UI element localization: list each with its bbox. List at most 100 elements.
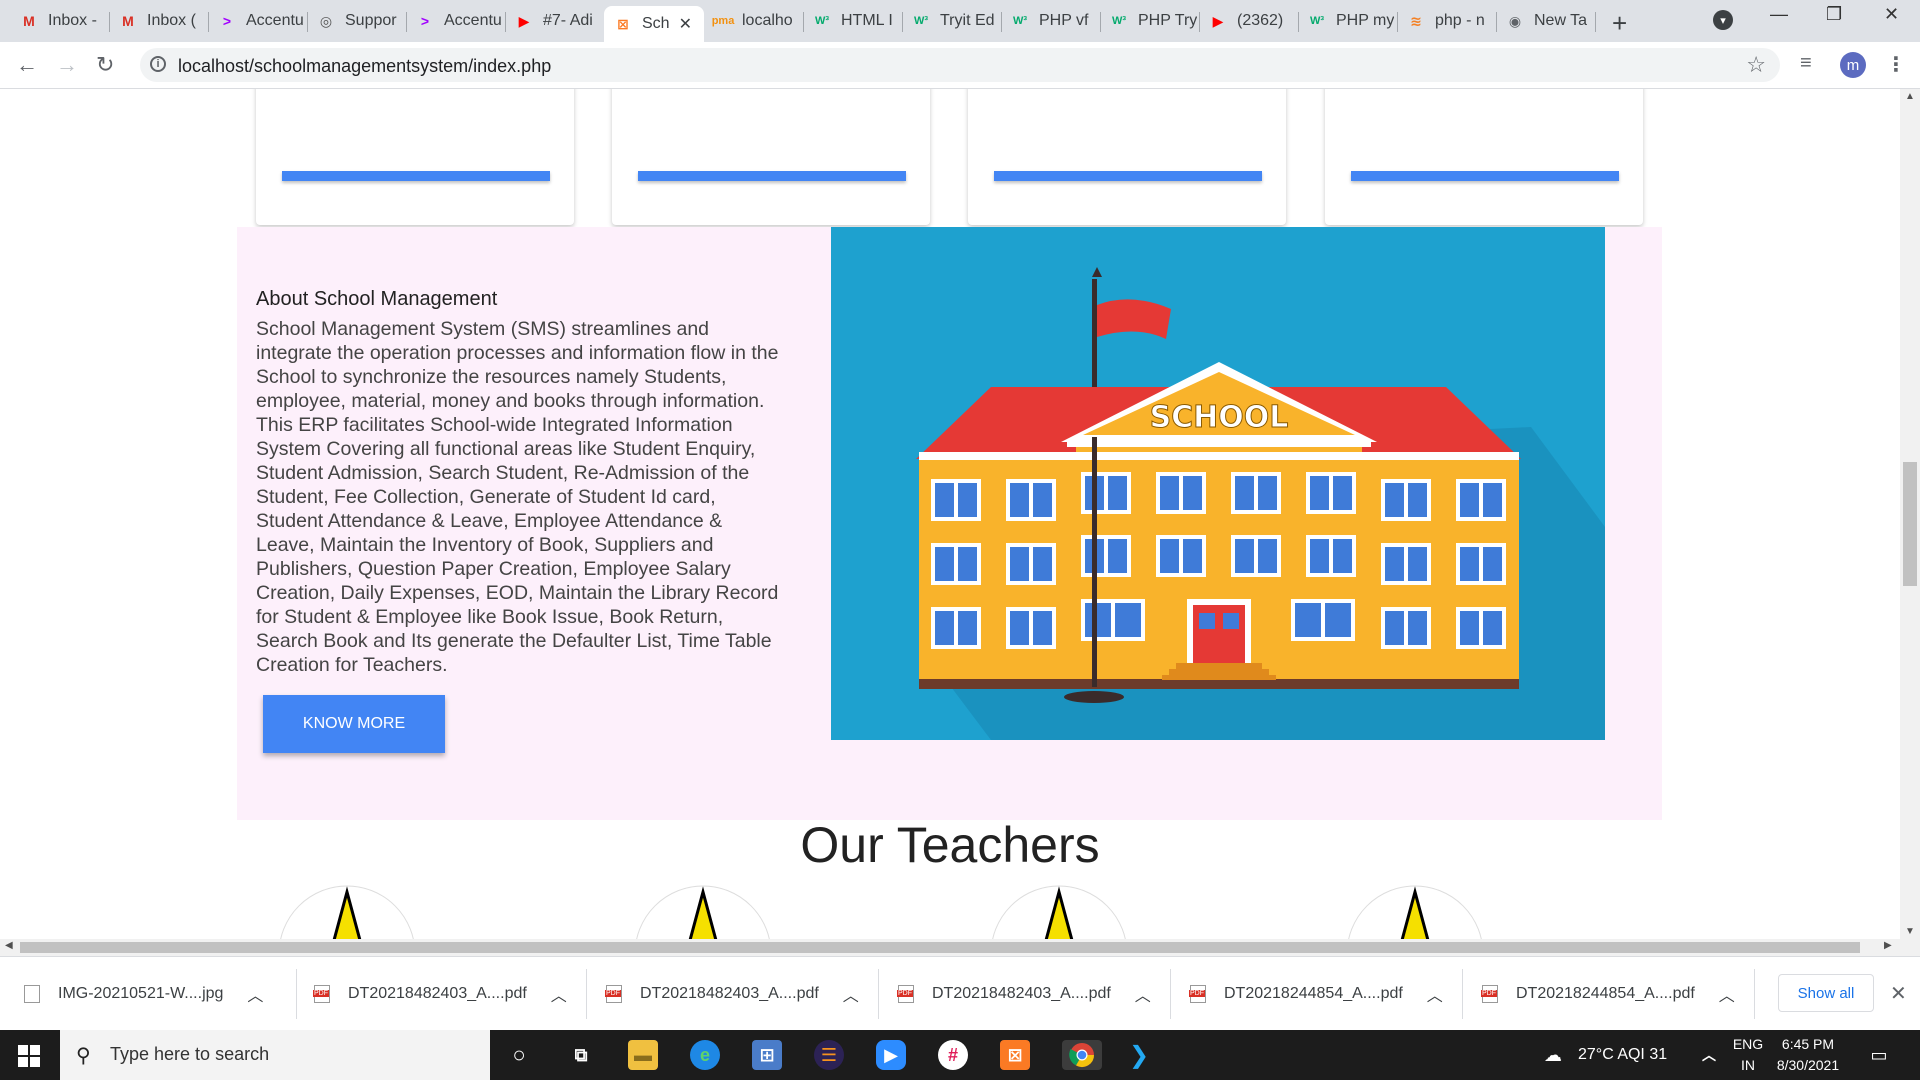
forward-icon[interactable]: → <box>56 52 78 78</box>
taskbar-search-placeholder: Type here to search <box>110 1044 270 1064</box>
download-item[interactable]: DT20218482403_A....pdf ︿ <box>897 957 1151 1031</box>
browser-tab[interactable]: pma localho <box>704 6 803 36</box>
vertical-scrollbar[interactable]: ▲ ▼ <box>1900 89 1920 939</box>
browser-tab[interactable]: M Inbox - <box>10 6 109 36</box>
show-all-downloads-button[interactable]: Show all <box>1778 974 1874 1012</box>
address-bar[interactable]: i localhost/schoolmanagementsystem/index… <box>140 48 1780 82</box>
zoom-icon[interactable]: ▶ <box>876 1040 906 1070</box>
edge-icon[interactable]: e <box>690 1040 720 1070</box>
close-window-icon[interactable]: ✕ <box>1884 4 1899 25</box>
browser-tab[interactable]: W³ PHP my <box>1298 6 1397 36</box>
download-item[interactable]: IMG-20210521-W....jpg ︿ <box>24 957 263 1031</box>
browser-tab[interactable]: W³ PHP vf <box>1001 6 1100 36</box>
minimize-icon[interactable]: — <box>1770 4 1788 25</box>
browser-tab[interactable]: ▶ (2362) <box>1199 6 1298 36</box>
new-tab-button[interactable]: + <box>1612 8 1627 39</box>
menu-kebab-icon[interactable]: ⋮ <box>1886 52 1906 77</box>
tab-title: php - n <box>1435 12 1485 29</box>
card-button[interactable] <box>994 171 1262 181</box>
tab-title: New Ta <box>1534 12 1588 29</box>
feature-card <box>256 89 574 225</box>
file-explorer-icon[interactable]: ▬ <box>628 1040 658 1070</box>
close-downloads-icon[interactable]: ✕ <box>1890 981 1907 1006</box>
bookmark-star-icon[interactable]: ☆ <box>1746 52 1766 78</box>
vscode-icon[interactable]: ❯ <box>1124 1040 1154 1070</box>
card-button[interactable] <box>1351 171 1619 181</box>
browser-tab[interactable]: ▶ #7- Adi <box>505 6 604 36</box>
profile-avatar[interactable]: m <box>1840 52 1866 78</box>
download-options-chevron-icon[interactable]: ︿ <box>247 982 263 1006</box>
browser-tab[interactable]: ◎ Suppor <box>307 6 406 36</box>
tab-title: Inbox ( <box>147 12 196 29</box>
site-info-icon[interactable]: i <box>150 56 166 72</box>
notifications-icon[interactable]: ▭ <box>1864 1040 1894 1070</box>
teacher-avatar[interactable] <box>277 884 417 939</box>
teacher-avatar[interactable] <box>1345 884 1485 939</box>
tab-title: #7- Adi <box>543 12 593 29</box>
pdf-file-icon <box>1189 985 1206 1003</box>
show-hidden-icons-chevron-icon[interactable]: ︿ <box>1694 1040 1724 1070</box>
tab-favicon-icon: > <box>222 13 232 29</box>
system-clock[interactable]: 6:45 PM 8/30/2021 <box>1768 1034 1848 1076</box>
download-item[interactable]: DT20218482403_A....pdf ︿ <box>605 957 859 1031</box>
download-options-chevron-icon[interactable]: ︿ <box>551 982 567 1006</box>
tab-separator <box>1595 12 1596 32</box>
close-tab-icon[interactable]: ✕ <box>679 14 692 34</box>
card-button[interactable] <box>282 171 550 181</box>
weather-text[interactable]: 27°C AQI 31 <box>1578 1030 1667 1080</box>
scroll-up-icon[interactable]: ▲ <box>1905 91 1915 102</box>
tab-title: (2362) <box>1237 12 1284 29</box>
language-indicator[interactable]: ENG IN <box>1730 1034 1766 1076</box>
cortana-icon[interactable]: ○ <box>504 1040 534 1070</box>
tab-title: Sch <box>642 15 670 32</box>
about-section: About School Management School Managemen… <box>237 227 1662 820</box>
browser-tab[interactable]: > Accentu <box>406 6 505 36</box>
teacher-avatar[interactable] <box>633 884 773 939</box>
task-view-icon[interactable]: ⧉ <box>566 1040 596 1070</box>
tab-title: localho <box>742 12 793 29</box>
url-text[interactable]: localhost/schoolmanagementsystem/index.p… <box>178 56 551 77</box>
download-item[interactable]: DT20218244854_A....pdf ︿ <box>1189 957 1443 1031</box>
media-queue-icon[interactable]: ≡ <box>1800 52 1812 75</box>
chrome-icon[interactable] <box>1062 1040 1102 1070</box>
download-separator <box>1170 969 1171 1019</box>
browser-tab[interactable]: ≋ php - n <box>1397 6 1496 36</box>
download-options-chevron-icon[interactable]: ︿ <box>1427 982 1443 1006</box>
tab-search-icon[interactable]: ▾ <box>1713 10 1733 30</box>
card-button[interactable] <box>638 171 906 181</box>
browser-tab[interactable]: W³ PHP Try <box>1100 6 1199 36</box>
vertical-scroll-thumb[interactable] <box>1903 462 1917 586</box>
download-options-chevron-icon[interactable]: ︿ <box>843 982 859 1006</box>
scroll-left-icon[interactable]: ◀ <box>5 940 13 951</box>
xampp-icon[interactable]: ⊠ <box>1000 1040 1030 1070</box>
eclipse-icon[interactable]: ☰ <box>814 1040 844 1070</box>
download-item[interactable]: DT20218482403_A....pdf ︿ <box>313 957 567 1031</box>
horizontal-scrollbar[interactable]: ◀ ▶ <box>0 939 1920 956</box>
tab-title: PHP Try <box>1138 12 1198 29</box>
store-icon[interactable]: ⊞ <box>752 1040 782 1070</box>
slack-icon[interactable]: # <box>938 1040 968 1070</box>
browser-tab[interactable]: ◉ New Ta <box>1496 6 1595 36</box>
scroll-right-icon[interactable]: ▶ <box>1884 940 1892 951</box>
windows-start-icon[interactable] <box>18 1045 40 1067</box>
browser-tab[interactable]: ⊠ Sch ✕ <box>604 6 704 42</box>
back-icon[interactable]: ← <box>16 52 38 78</box>
taskbar-search[interactable]: ⚲ Type here to search <box>60 1030 490 1080</box>
reload-icon[interactable]: ↻ <box>96 52 114 78</box>
weather-cloud-icon[interactable]: ☁ <box>1538 1040 1568 1070</box>
browser-tab[interactable]: > Accentu <box>208 6 307 36</box>
know-more-button[interactable]: KNOW MORE <box>263 695 445 753</box>
browser-tab[interactable]: W³ HTML I <box>803 6 902 36</box>
browser-tab[interactable]: M Inbox ( <box>109 6 208 36</box>
horizontal-scroll-thumb[interactable] <box>20 942 1860 953</box>
teacher-avatar[interactable] <box>989 884 1129 939</box>
downloads-bar: Show all ✕ IMG-20210521-W....jpg︿ DT20218… <box>0 956 1920 1031</box>
scroll-down-icon[interactable]: ▼ <box>1905 926 1915 937</box>
browser-tab[interactable]: W³ Tryit Ed <box>902 6 1001 36</box>
download-item[interactable]: DT20218244854_A....pdf ︿ <box>1481 957 1735 1031</box>
tab-favicon-icon: W³ <box>1111 15 1127 27</box>
download-options-chevron-icon[interactable]: ︿ <box>1135 982 1151 1006</box>
download-options-chevron-icon[interactable]: ︿ <box>1719 982 1735 1006</box>
tab-title: Suppor <box>345 12 397 29</box>
restore-icon[interactable]: ❐ <box>1826 4 1842 25</box>
